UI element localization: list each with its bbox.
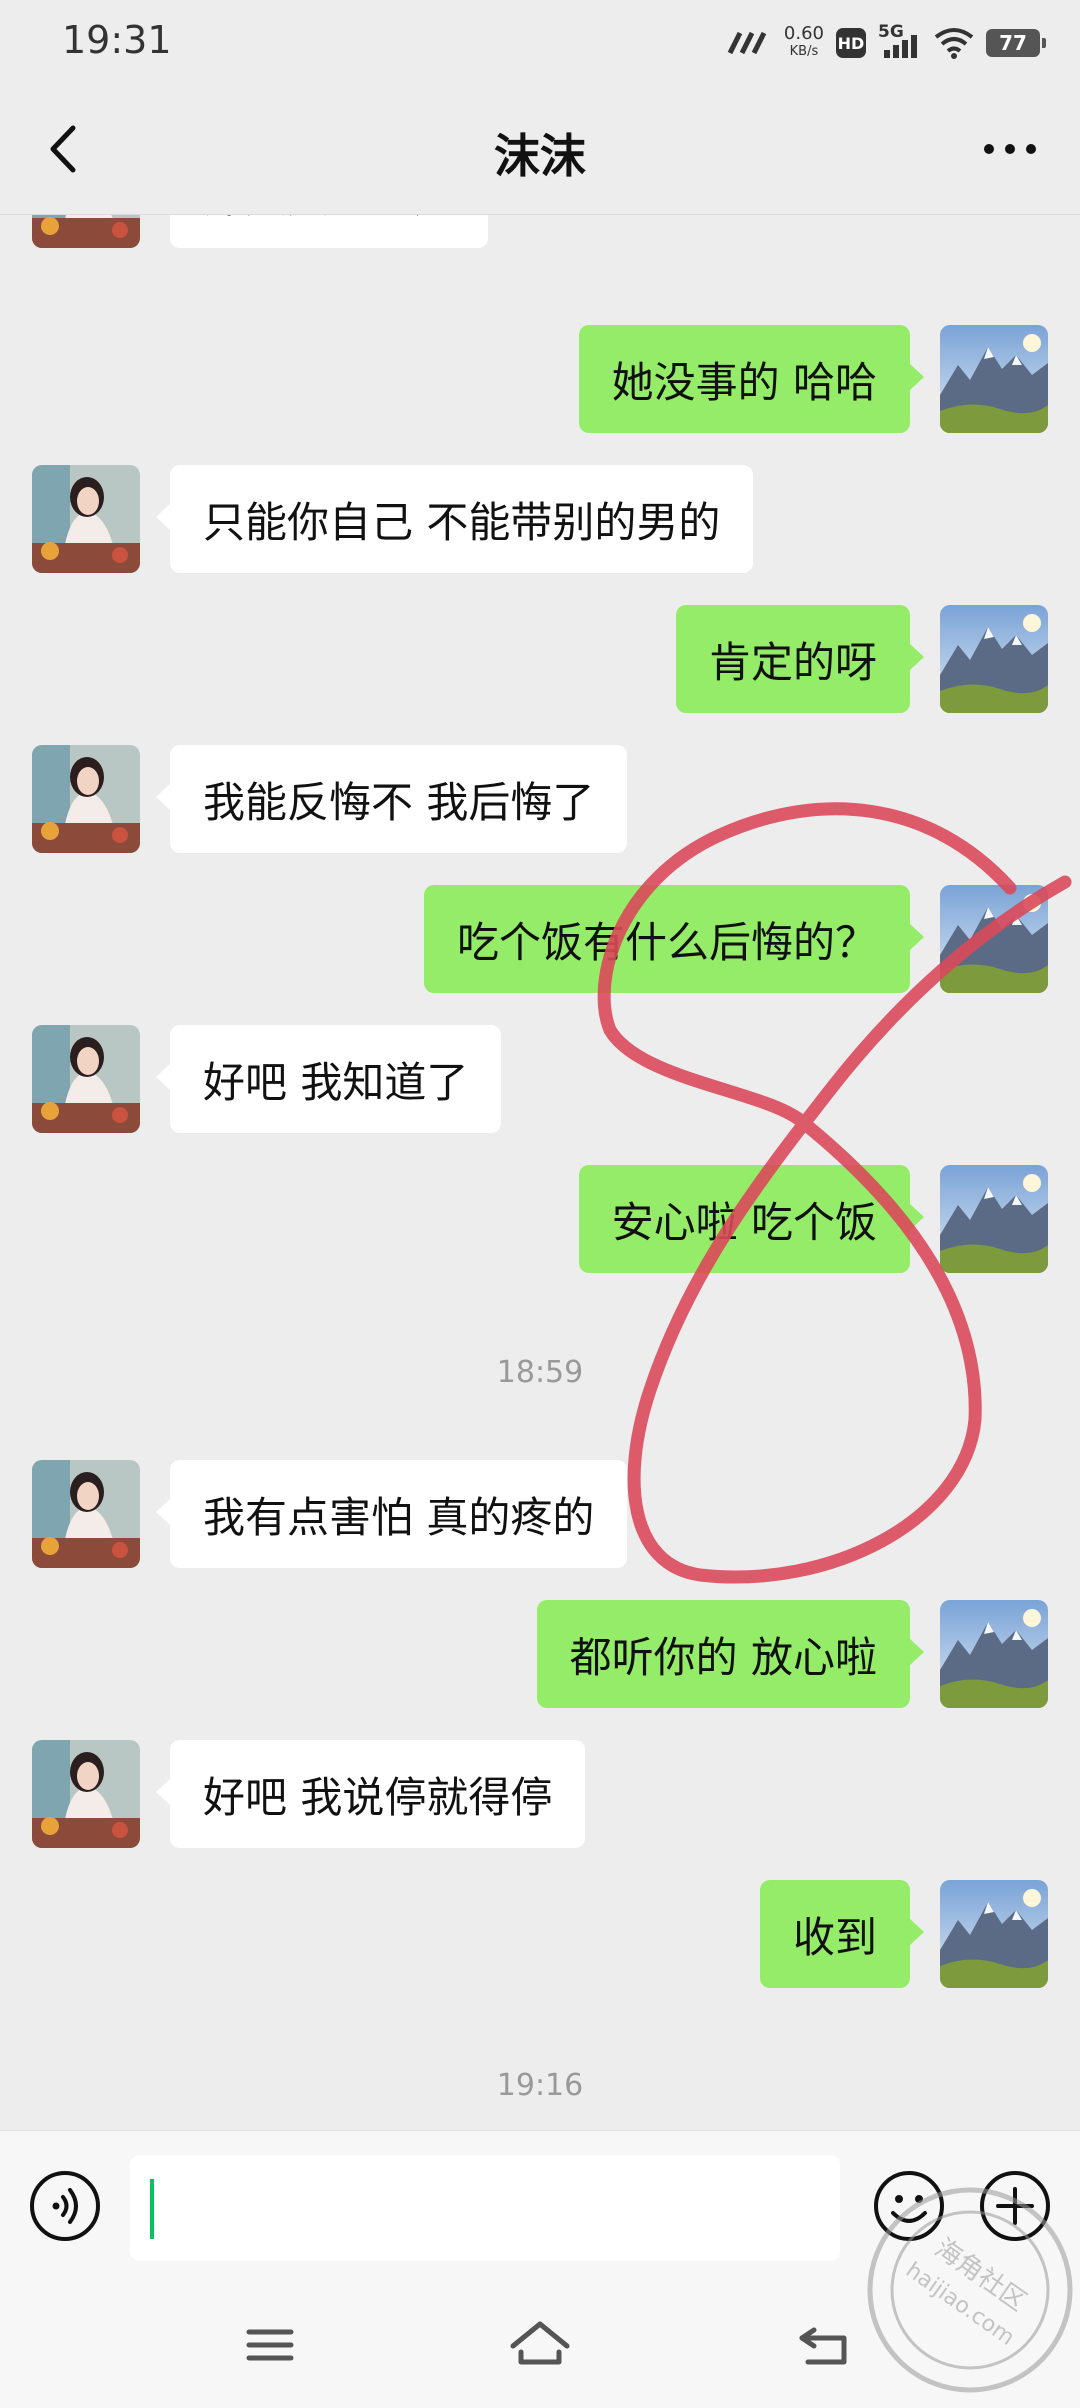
message-bubble-outgoing[interactable]: 都听你的 放心啦 [536,1600,925,1708]
chat-title: 沫沫 [494,129,586,183]
wifi-icon [934,28,974,59]
my-avatar[interactable] [940,1165,1048,1273]
contact-avatar[interactable] [32,465,140,573]
contact-avatar[interactable] [32,215,140,248]
battery-icon: 77 [986,29,1046,57]
net-speed-value: 0.60 [783,23,824,44]
message-bubble-incoming[interactable]: 只能你自己 不能带别的男的 [155,465,754,573]
status-icons: 0.60 KB/s HD 5G 77 [726,18,1046,68]
my-avatar[interactable] [940,1600,1048,1708]
message-bubble-incoming[interactable]: 好吧 我知道了 [155,1025,502,1133]
message-bubble-outgoing[interactable]: 安心啦 吃个饭 [578,1165,925,1273]
message-input[interactable] [130,2155,840,2261]
more-options-button[interactable] [970,114,1050,184]
watermark-logo: 海角社区 haijiao.com [867,2187,1073,2393]
voice-input-icon[interactable] [28,2169,102,2243]
signal-activity-icon [727,31,767,55]
back-nav-icon[interactable] [790,2310,860,2380]
message-timestamp: 19:16 [496,2068,584,2103]
more-dots-icon [984,144,1036,154]
my-avatar[interactable] [940,325,1048,433]
message-list[interactable]: 那文文怎么办 她没事的 哈哈 只能你自己 不能带别的男的 肯定的呀 我能反悔不 … [0,215,1080,2130]
contact-avatar[interactable] [32,1740,140,1848]
my-avatar[interactable] [940,605,1048,713]
contact-avatar[interactable] [32,1460,140,1568]
message-bubble-outgoing[interactable]: 吃个饭有什么后悔的？ [423,885,925,993]
cellular-signal-icon: 5G [878,22,922,60]
message-bubble-incoming[interactable]: 那文文怎么办 [170,215,489,248]
message-timestamp: 18:59 [496,1355,584,1390]
status-time: 19:31 [62,18,172,62]
my-avatar[interactable] [940,1880,1048,1988]
menu-icon[interactable] [235,2310,305,2380]
message-bubble-incoming[interactable]: 我能反悔不 我后悔了 [155,745,628,853]
contact-avatar[interactable] [32,745,140,853]
net-speed: 0.60 KB/s [784,25,824,61]
chat-header: 沫沫 [0,84,1080,215]
message-bubble-outgoing[interactable]: 收到 [759,1880,925,1988]
status-bar: 19:31 0.60 KB/s HD 5G 77 [0,0,1080,84]
my-avatar[interactable] [940,885,1048,993]
contact-avatar[interactable] [32,1025,140,1133]
net-speed-unit: KB/s [789,44,819,59]
text-cursor [150,2179,154,2239]
message-bubble-outgoing[interactable]: 她没事的 哈哈 [578,325,925,433]
message-bubble-incoming[interactable]: 我有点害怕 真的疼的 [155,1460,628,1568]
message-bubble-outgoing[interactable]: 肯定的呀 [675,605,925,713]
home-icon[interactable] [505,2310,575,2380]
hd-icon: HD [836,28,866,58]
message-bubble-incoming[interactable]: 好吧 我说停就得停 [155,1740,586,1848]
